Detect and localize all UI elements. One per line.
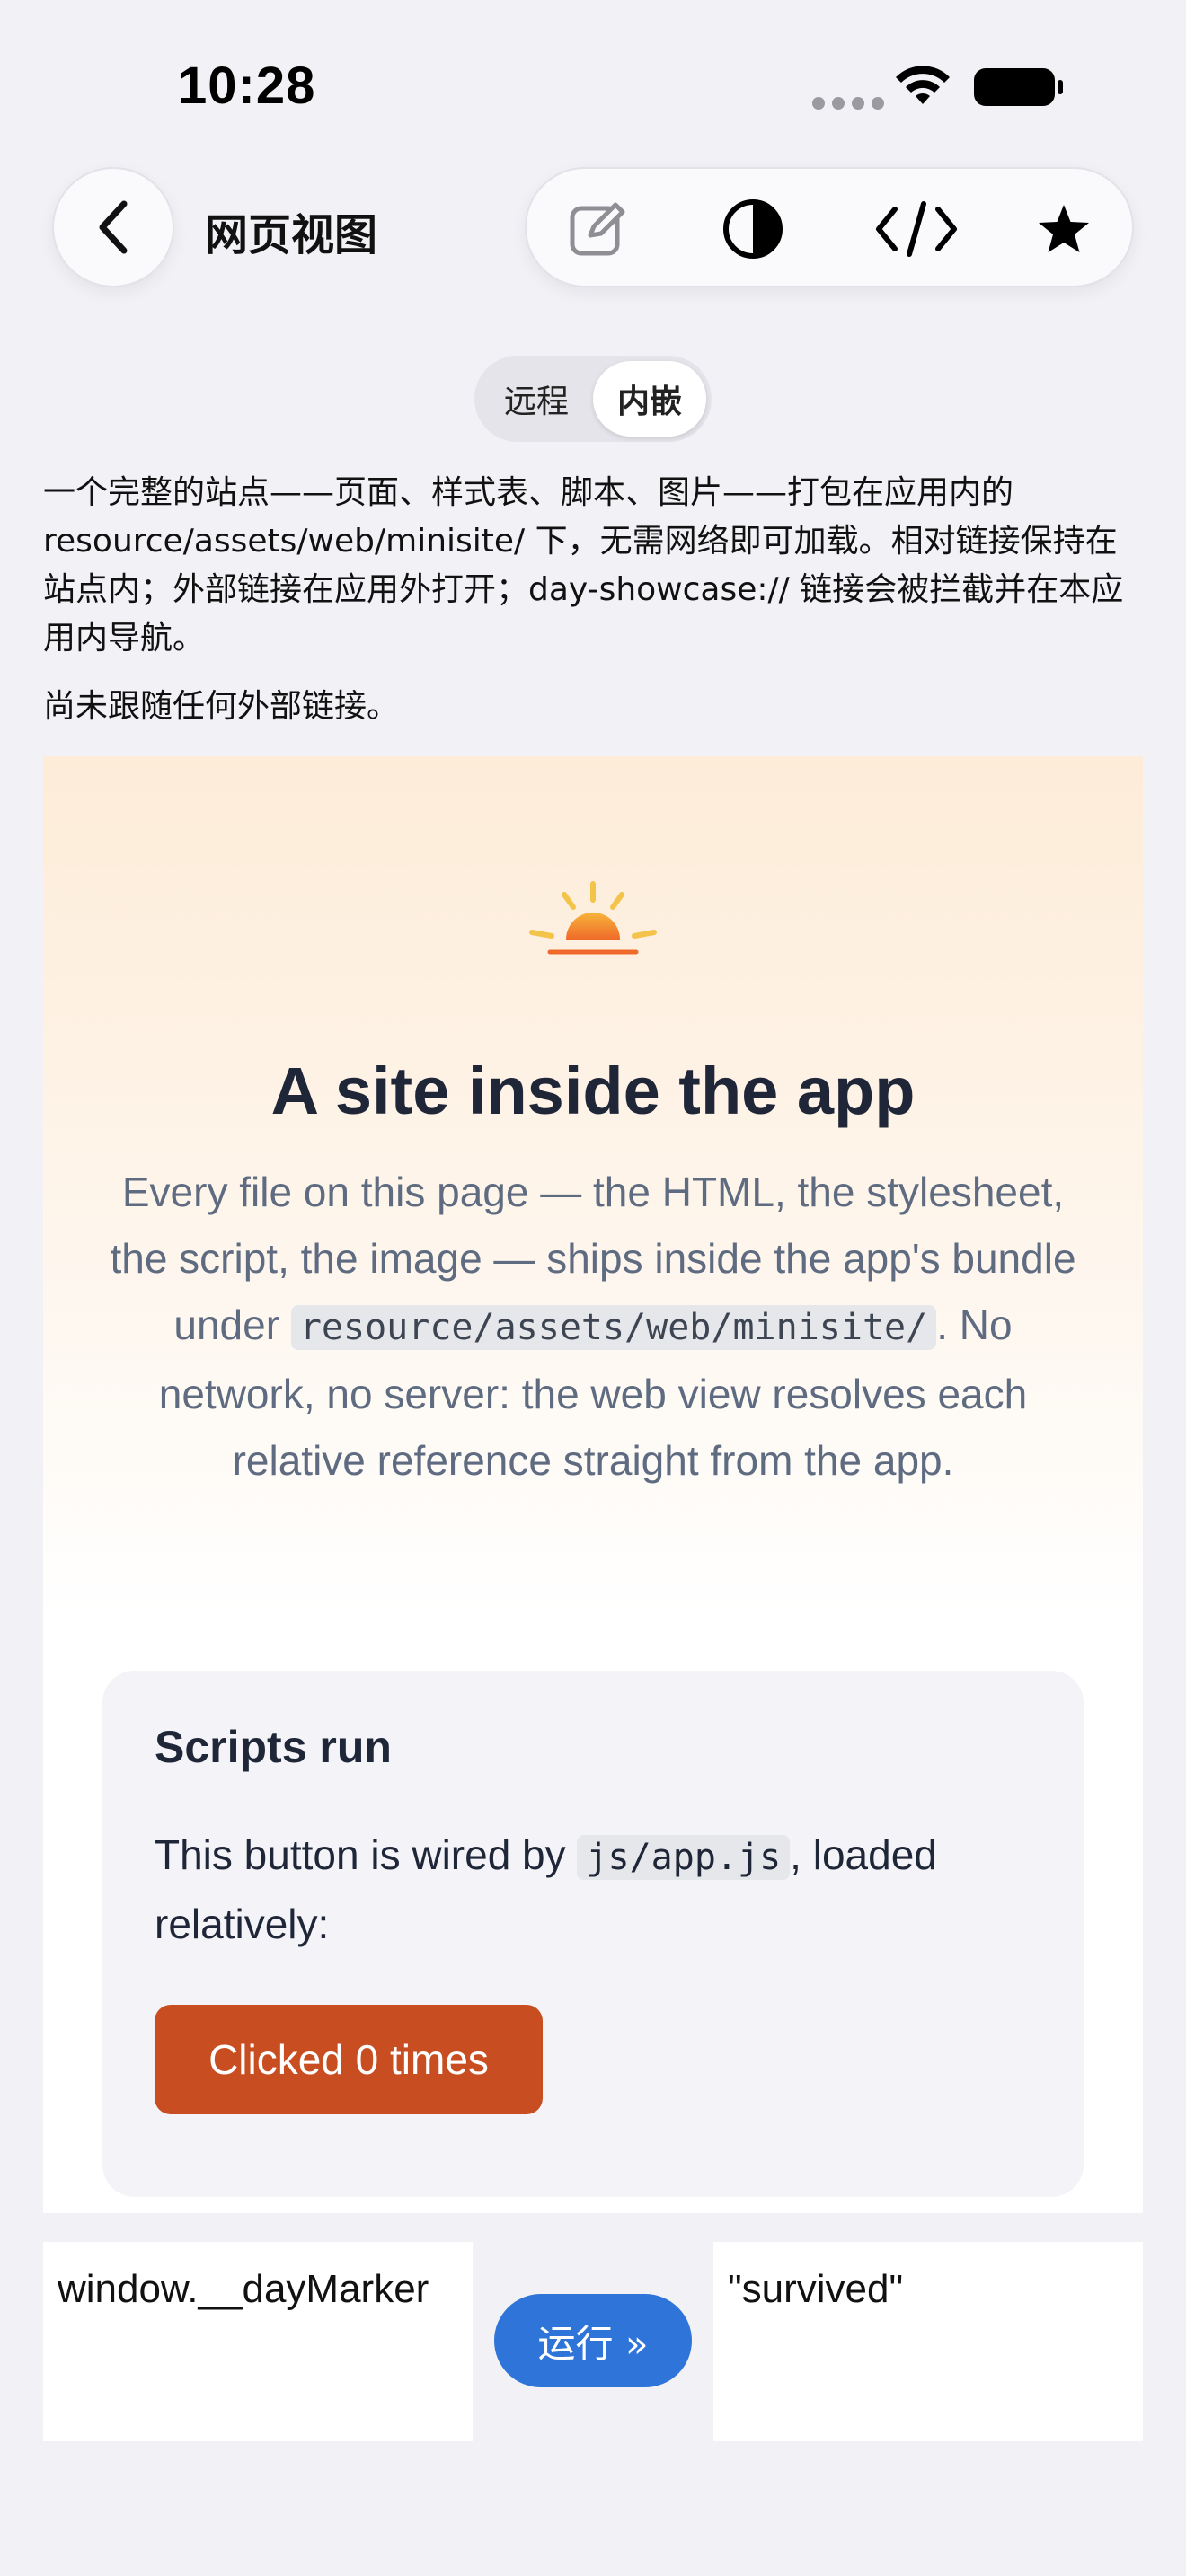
view-source-button[interactable]: [863, 169, 970, 289]
js-expression-input[interactable]: window.__dayMarker: [43, 2242, 473, 2441]
card-text: This button is wired by js/app.js, loade…: [155, 1822, 1053, 1957]
segment-remote[interactable]: 远程: [480, 361, 593, 437]
back-button[interactable]: [52, 167, 174, 287]
favorite-button[interactable]: [1010, 169, 1118, 289]
segment-embedded[interactable]: 内嵌: [593, 361, 706, 437]
star-icon: [1039, 205, 1089, 252]
battery-icon: [974, 68, 1063, 106]
chevron-left-icon: [99, 200, 128, 254]
scripts-card: Scripts run This button is wired by js/a…: [102, 1671, 1084, 2197]
code-icon: [876, 201, 957, 257]
card-code-file: js/app.js: [577, 1835, 791, 1880]
web-view[interactable]: A site inside the app Every file on this…: [43, 756, 1143, 2213]
contrast-icon: [723, 199, 783, 259]
description-text: 一个完整的站点——页面、样式表、脚本、图片——打包在应用内的 resource/…: [43, 474, 1124, 657]
js-result-output: "survived": [713, 2242, 1143, 2441]
edit-icon: [570, 202, 625, 256]
toolbar: [525, 167, 1134, 287]
card-title: Scripts run: [155, 1722, 392, 1772]
sunrise-icon: [529, 881, 657, 955]
signal-dots-icon: [812, 97, 884, 110]
status-time: 10:28: [178, 57, 316, 115]
status-bar: 10:28: [0, 0, 1186, 171]
app-screen: 10:28 网页视图 远程 内嵌 一个完整的站点——页面、样式表、脚本、图片——…: [0, 0, 1186, 2576]
intro-code-path: resource/assets/web/minisite/: [290, 1305, 937, 1350]
edit-button[interactable]: [544, 169, 652, 289]
click-counter-button[interactable]: Clicked 0 times: [155, 2005, 543, 2114]
run-button[interactable]: 运行 »: [494, 2294, 692, 2387]
site-heading: A site inside the app: [270, 1054, 916, 1128]
site-intro: Every file on this page — the HTML, the …: [97, 1159, 1089, 1494]
theme-toggle-button[interactable]: [699, 169, 807, 289]
card-text-start: This button is wired by: [155, 1831, 578, 1878]
source-segmented-control: 远程 内嵌: [474, 356, 712, 442]
wifi-icon: [896, 66, 950, 104]
link-status-text: 尚未跟随任何外部链接。: [43, 688, 400, 725]
page-title: 网页视图: [205, 210, 378, 260]
